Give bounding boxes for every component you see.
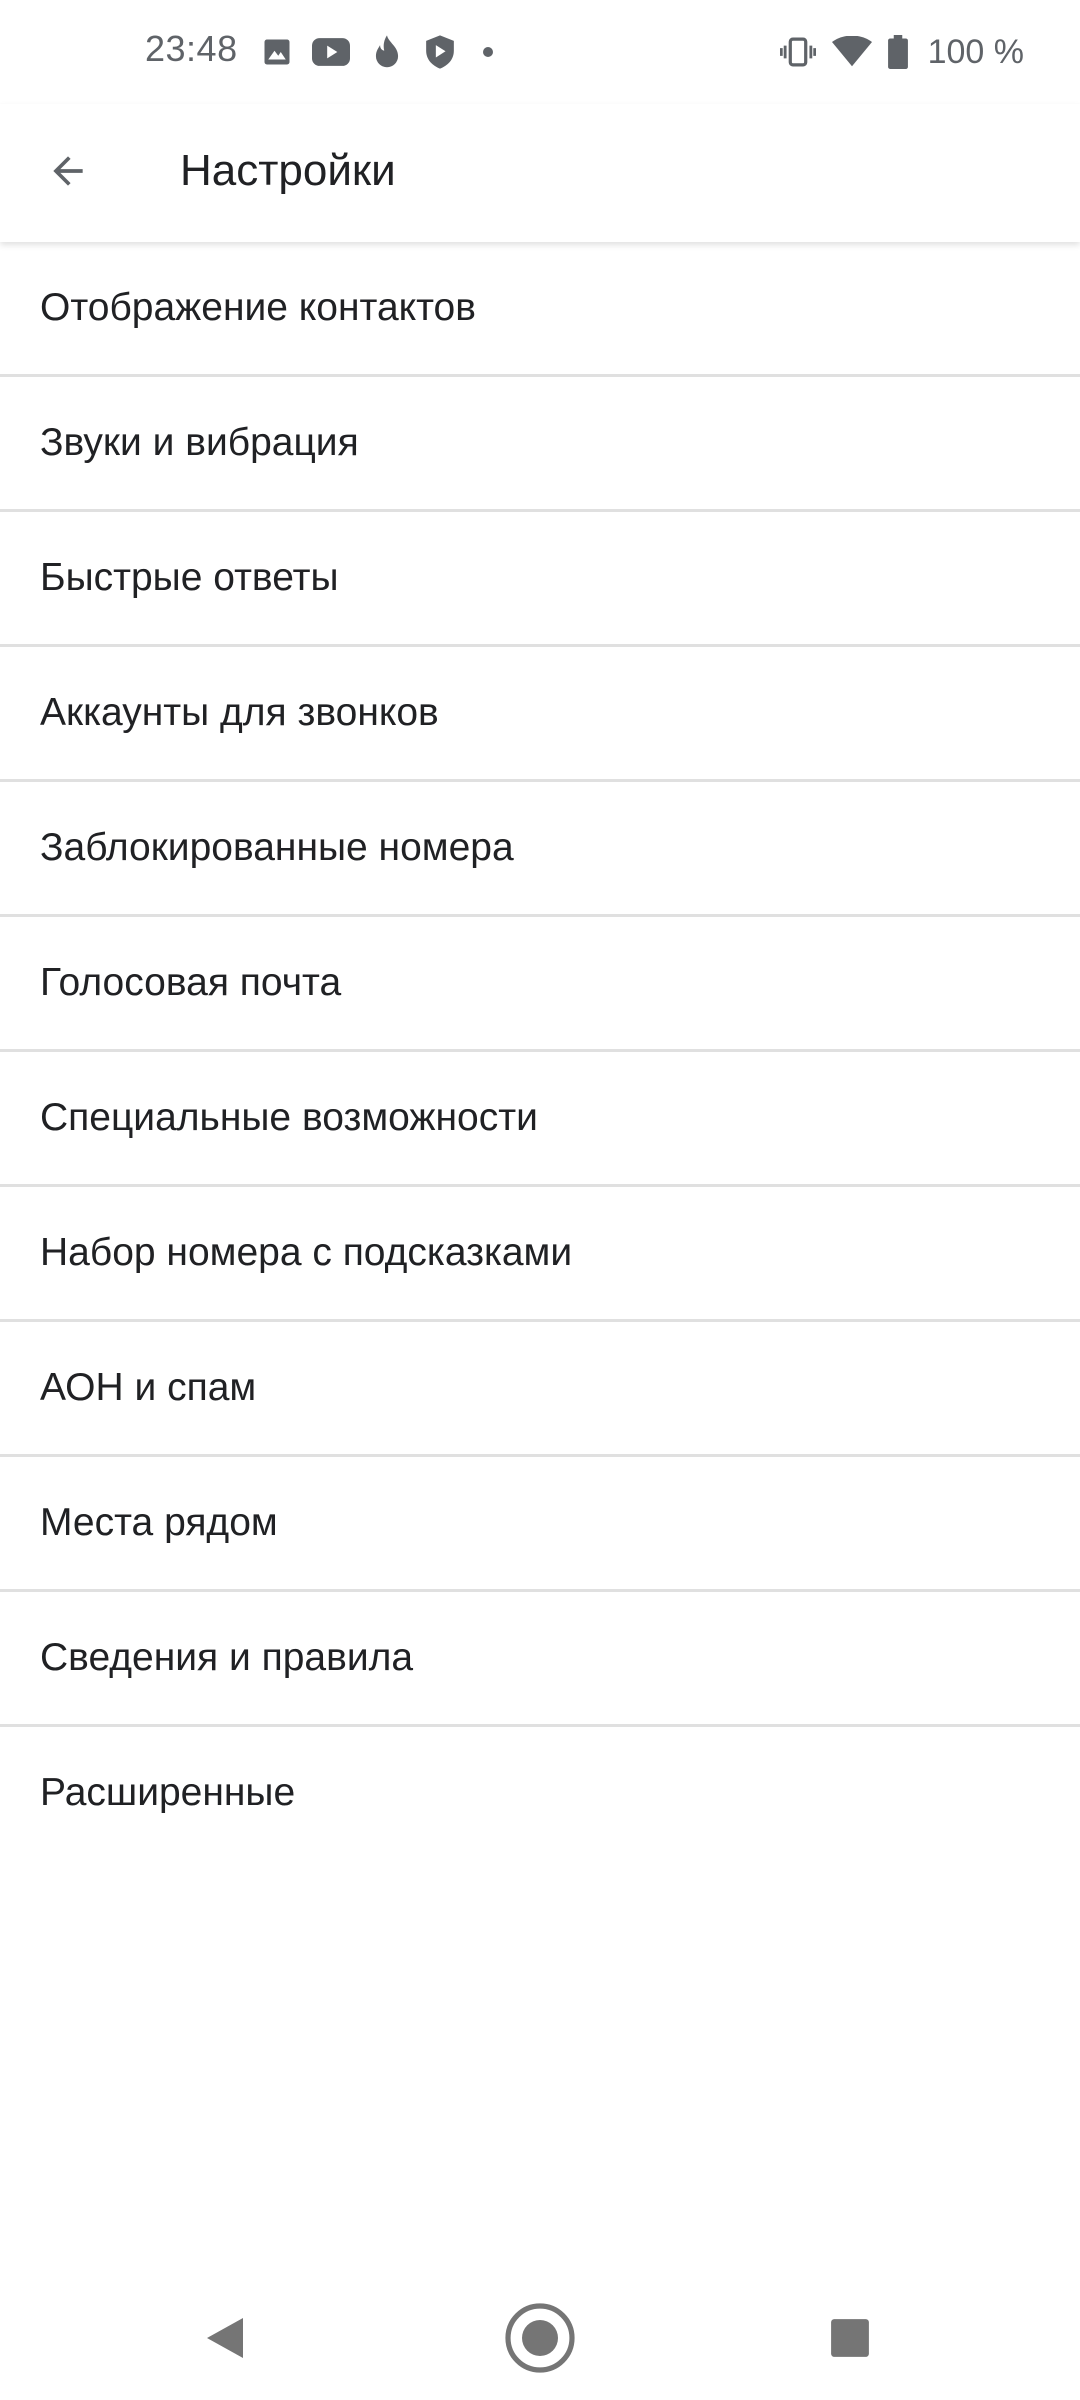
- settings-item-label: Специальные возможности: [40, 1096, 538, 1139]
- arrow-back-icon: [46, 149, 90, 198]
- wifi-icon: [831, 36, 872, 68]
- status-time: 23:48: [145, 28, 238, 69]
- settings-item-calling-accounts[interactable]: Аккаунты для звонков: [0, 647, 1080, 782]
- settings-item-accessibility[interactable]: Специальные возможности: [0, 1052, 1080, 1187]
- battery-percentage: 100 %: [927, 32, 1024, 71]
- nav-back-button[interactable]: [175, 2300, 275, 2380]
- settings-item-caller-id-spam[interactable]: АОН и спам: [0, 1322, 1080, 1457]
- settings-item-advanced[interactable]: Расширенные: [0, 1727, 1080, 1859]
- settings-list: Отображение контактов Звуки и вибрация Б…: [0, 242, 1080, 1859]
- settings-item-label: Голосовая почта: [40, 961, 342, 1004]
- app-bar: Настройки: [0, 104, 1080, 242]
- settings-item-label: Набор номера с подсказками: [40, 1231, 573, 1274]
- system-status-icons: 100 %: [779, 28, 1024, 76]
- fire-icon: [370, 34, 404, 70]
- youtube-icon: [312, 37, 350, 67]
- page-title: Настройки: [180, 146, 396, 195]
- settings-item-voicemail[interactable]: Голосовая почта: [0, 917, 1080, 1052]
- image-icon: [262, 37, 292, 67]
- settings-item-blocked-numbers[interactable]: Заблокированные номера: [0, 782, 1080, 917]
- settings-item-label: Расширенные: [40, 1771, 296, 1814]
- settings-item-sounds-vibration[interactable]: Звуки и вибрация: [0, 377, 1080, 512]
- settings-item-label: Отображение контактов: [40, 286, 476, 329]
- settings-item-label: Аккаунты для звонков: [40, 691, 439, 734]
- settings-item-quick-responses[interactable]: Быстрые ответы: [0, 512, 1080, 647]
- navigation-bar: [0, 2280, 1080, 2400]
- nav-home-button[interactable]: [490, 2300, 590, 2380]
- nav-back-icon: [203, 2314, 247, 2367]
- vibrate-icon: [779, 36, 816, 68]
- settings-item-label: АОН и спам: [40, 1366, 257, 1409]
- settings-item-label: Заблокированные номера: [40, 826, 514, 869]
- nav-recents-icon: [829, 2317, 871, 2364]
- dot-icon: [476, 40, 500, 64]
- settings-item-contact-display[interactable]: Отображение контактов: [0, 242, 1080, 377]
- settings-item-about[interactable]: Сведения и правила: [0, 1592, 1080, 1727]
- settings-item-label: Быстрые ответы: [40, 556, 339, 599]
- status-bar: 23:48 100 %: [0, 0, 1080, 104]
- settings-item-label: Места рядом: [40, 1501, 278, 1544]
- shield-play-icon: [424, 34, 456, 70]
- settings-item-assisted-dialing[interactable]: Набор номера с подсказками: [0, 1187, 1080, 1322]
- settings-item-label: Звуки и вибрация: [40, 421, 359, 464]
- settings-item-nearby-places[interactable]: Места рядом: [0, 1457, 1080, 1592]
- notification-icons: [262, 28, 500, 76]
- nav-home-icon: [504, 2302, 576, 2379]
- settings-item-label: Сведения и правила: [40, 1636, 414, 1679]
- back-button[interactable]: [30, 135, 106, 211]
- nav-recents-button[interactable]: [800, 2300, 900, 2380]
- battery-icon: [887, 35, 908, 69]
